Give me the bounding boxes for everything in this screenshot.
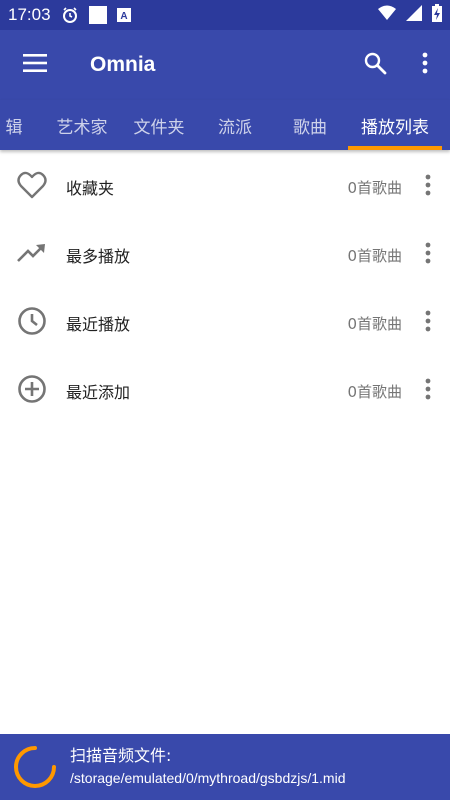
scan-title: 扫描音频文件:: [70, 746, 172, 765]
playlist-row-recently-added[interactable]: 最近添加 0首歌曲: [0, 357, 450, 425]
playlist-more-button[interactable]: [406, 357, 450, 425]
playlist-label: 最近播放: [66, 315, 131, 334]
more-vert-icon: [422, 52, 428, 78]
playlist-row-favorites[interactable]: 收藏夹 0首歌曲: [0, 153, 450, 221]
tab-folders[interactable]: 文件夹: [126, 100, 192, 150]
app-title: Omnia: [90, 53, 156, 76]
overflow-menu-button[interactable]: [400, 30, 450, 100]
playlist-count: 0首歌曲: [347, 246, 402, 265]
loading-spinner-icon: [0, 734, 70, 800]
alarm-icon: [61, 6, 79, 24]
more-vert-icon: [425, 378, 431, 404]
tab-bar: 辑 艺术家 文件夹 流派 歌曲 播放列表: [0, 100, 450, 150]
clock-icon: [17, 306, 47, 340]
more-vert-icon: [425, 242, 431, 268]
playlist-row-recently-played[interactable]: 最近播放 0首歌曲: [0, 289, 450, 357]
tab-songs[interactable]: 歌曲: [282, 100, 338, 150]
menu-button[interactable]: [0, 30, 70, 100]
playlist-count: 0首歌曲: [347, 382, 402, 401]
playlist-more-button[interactable]: [406, 153, 450, 221]
more-vert-icon: [425, 174, 431, 200]
playlist-more-button[interactable]: [406, 221, 450, 289]
tab-indicator: [348, 146, 442, 150]
playlist-row-most-played[interactable]: 最多播放 0首歌曲: [0, 221, 450, 289]
menu-icon: [23, 53, 47, 77]
notification-square-icon: [88, 6, 107, 24]
playlist-label: 收藏夹: [66, 179, 115, 198]
playlist-more-button[interactable]: [406, 289, 450, 357]
tab-artists[interactable]: 艺术家: [50, 100, 114, 150]
search-button[interactable]: [350, 30, 400, 100]
playlist-label: 最近添加: [66, 383, 131, 402]
app-bar: Omnia: [0, 30, 450, 100]
more-vert-icon: [425, 310, 431, 336]
signal-icon: [406, 5, 422, 25]
svg-text:A: A: [120, 11, 127, 22]
status-bar: 17:03 A: [0, 0, 450, 30]
playlist-label: 最多播放: [66, 247, 131, 266]
status-time: 17:03: [8, 5, 51, 24]
trending-up-icon: [17, 243, 47, 267]
tab-playlists[interactable]: 播放列表: [350, 100, 440, 150]
playlist-count: 0首歌曲: [347, 314, 402, 333]
scan-file-path: /storage/emulated/0/mythroad/gsbdzjs/1.m…: [70, 770, 346, 786]
keyboard-a-icon: A: [116, 8, 131, 22]
add-circle-icon: [17, 374, 47, 408]
tab-genres[interactable]: 流派: [208, 100, 262, 150]
battery-charging-icon: [432, 4, 442, 26]
tab-albums[interactable]: 辑: [0, 100, 34, 150]
playlist-list: 收藏夹 0首歌曲 最多播放 0首歌曲 最近播放 0首歌曲 最近添加 0首歌曲: [0, 153, 450, 425]
search-icon: [363, 51, 387, 79]
scan-progress-bar: 扫描音频文件: /storage/emulated/0/mythroad/gsb…: [0, 734, 450, 800]
playlist-count: 0首歌曲: [347, 178, 402, 197]
heart-icon: [17, 171, 47, 203]
wifi-icon: [378, 5, 396, 25]
